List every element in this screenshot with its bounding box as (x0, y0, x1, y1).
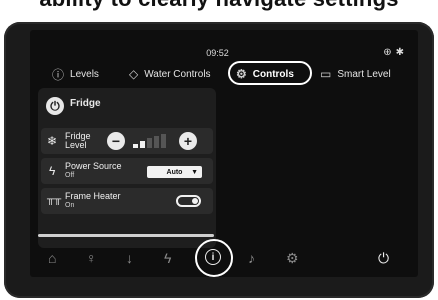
fridge-level-row: ❄ Fridge Level − + (41, 128, 213, 154)
frame-heater-row: ╥╥ Frame Heater On (41, 188, 213, 214)
power-bolt-icon[interactable]: ϟ (164, 250, 171, 266)
level-bar (147, 138, 152, 148)
fridge-power-button[interactable]: ⏻ (42, 92, 66, 120)
frame-heater-status: On (65, 202, 75, 209)
select-value: Auto (166, 168, 183, 176)
tab-bar: ⓘ Levels ◇ Water Controls ⚙ Controls ▭ S… (30, 63, 418, 85)
level-bar (140, 141, 145, 148)
panel-title: Fridge (70, 98, 101, 109)
power-icon[interactable]: ⏻ (378, 250, 389, 267)
dropdown-caret-icon: ▼ (191, 168, 198, 176)
clock: 09:52 (206, 48, 229, 58)
tab-water-controls[interactable]: ◇ Water Controls (129, 63, 211, 85)
level-indicator-icon: ▭ (320, 67, 332, 81)
tab-label: Smart Level (337, 68, 391, 80)
level-bars (133, 134, 173, 148)
horizontal-scrollbar[interactable] (38, 234, 214, 237)
tab-label: Levels (70, 68, 99, 80)
level-bar (133, 144, 138, 148)
snowflake-icon: ❄ (47, 134, 58, 148)
power-source-select[interactable]: Auto ▼ (147, 166, 202, 178)
globe-icon: ⊕ (383, 47, 392, 58)
fridge-panel: ⏻ Fridge ❄ Fridge Level − + ϟ Power Sour… (38, 88, 216, 248)
fridge-level-label-2: Level (65, 140, 87, 150)
heater-icon: ╥╥ (47, 194, 62, 205)
thermometer-icon[interactable]: ↓ (126, 250, 133, 266)
lightbulb-icon[interactable]: ♀ (86, 250, 97, 266)
water-drop-icon: ◇ (129, 67, 139, 81)
status-icons: ⊕ ✱ (379, 47, 404, 58)
increase-button[interactable]: + (179, 132, 197, 150)
tab-levels[interactable]: ⓘ Levels (52, 63, 99, 85)
settings-gear-icon[interactable]: ⚙ (286, 250, 299, 267)
level-bar (161, 134, 166, 148)
decrease-button[interactable]: − (107, 132, 125, 150)
bluetooth-icon: ✱ (395, 47, 404, 58)
info-icon: ⓘ (52, 67, 65, 82)
caption-text: ability to clearly navigate settings (0, 0, 438, 12)
tab-smart-level[interactable]: ▭ Smart Level (320, 63, 391, 85)
power-source-status: Off (65, 172, 75, 179)
tab-label: Water Controls (144, 68, 211, 80)
controls-tab-highlight (228, 61, 312, 85)
info-icon[interactable]: i (205, 249, 221, 265)
level-bar (154, 136, 159, 148)
frame-heater-toggle[interactable] (176, 195, 201, 207)
power-source-label: Power Source (65, 161, 122, 171)
music-note-icon[interactable]: ♪ (248, 250, 255, 266)
touch-screen: 09:52 ⊕ ✱ ⓘ Levels ◇ Water Controls ⚙ Con… (30, 30, 418, 277)
frame-heater-label: Frame Heater (65, 191, 121, 201)
power-icon: ⏻ (46, 97, 64, 115)
toggle-knob (192, 198, 198, 204)
lightning-bolt-icon: ϟ (49, 164, 56, 178)
power-source-row: ϟ Power Source Off Auto ▼ (41, 158, 213, 184)
home-icon[interactable]: ⌂ (48, 250, 56, 266)
